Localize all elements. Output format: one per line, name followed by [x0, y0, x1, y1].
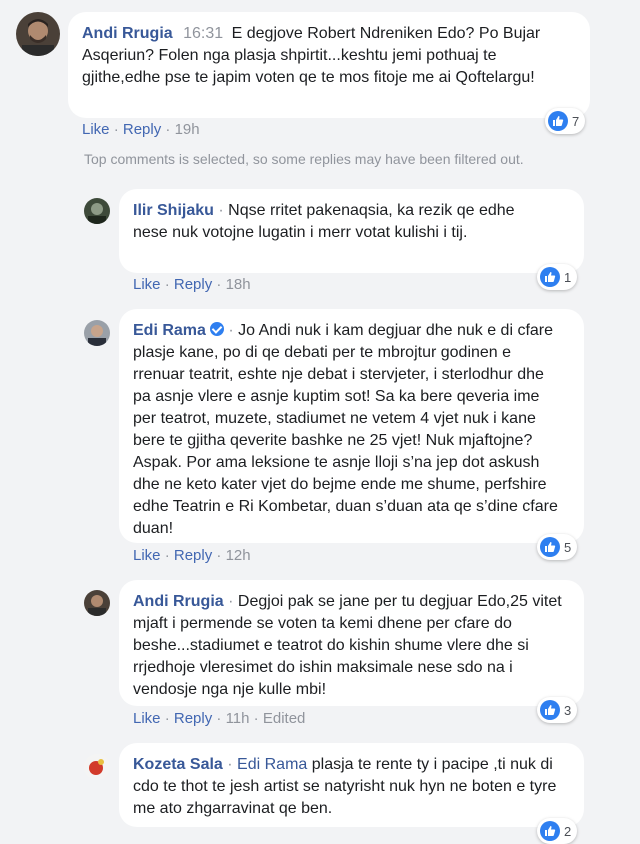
reply-actions: Like · Reply · 11h · Edited [133, 710, 306, 727]
reaction-count[interactable]: 7 [545, 108, 586, 134]
like-reaction-icon [540, 267, 560, 287]
like-button[interactable]: Like [133, 276, 161, 293]
comment-timestamp[interactable]: 16:31 [183, 25, 223, 42]
reply-author[interactable]: Kozeta Sala [133, 756, 223, 773]
reply-text: Jo Andi nuk i kam degjuar dhe nuk e di c… [133, 322, 558, 537]
avatar[interactable] [84, 754, 110, 780]
reaction-count-value: 3 [564, 702, 572, 718]
comment-age[interactable]: 19h [175, 121, 200, 138]
like-button[interactable]: Like [133, 710, 161, 727]
comment-body: Andi Rrugia 16:31 E degjove Robert Ndren… [82, 23, 576, 89]
reaction-count[interactable]: 3 [537, 697, 578, 723]
like-reaction-icon [540, 700, 560, 720]
like-reaction-icon [540, 821, 560, 841]
reply-age[interactable]: 11h [226, 710, 250, 727]
reply-age[interactable]: 18h [226, 276, 251, 293]
reply-button[interactable]: Reply [123, 121, 161, 138]
reply-bubble: Edi Rama · Jo Andi nuk i kam degjuar dhe… [119, 309, 584, 543]
reply-bubble: Kozeta Sala · Edi Rama plasja te rente t… [119, 743, 584, 827]
edited-label[interactable]: Edited [263, 710, 306, 727]
filter-notice: Top comments is selected, so some replie… [84, 151, 524, 167]
comment-author[interactable]: Andi Rrugia [82, 25, 173, 42]
reaction-count[interactable]: 5 [537, 534, 578, 560]
avatar[interactable] [84, 320, 110, 346]
reply-button[interactable]: Reply [174, 276, 212, 293]
reply-body: Ilir Shijaku · Nqse rritet pakenaqsia, k… [133, 202, 515, 241]
avatar[interactable] [84, 198, 110, 224]
reply-button[interactable]: Reply [174, 547, 212, 564]
reaction-count-value: 7 [572, 113, 580, 129]
comment-actions: Like · Reply · 19h [82, 121, 200, 138]
avatar[interactable] [16, 12, 60, 56]
reaction-count[interactable]: 2 [537, 818, 578, 844]
reaction-count-value: 5 [564, 539, 572, 555]
like-button[interactable]: Like [133, 547, 161, 564]
reply-age[interactable]: 12h [226, 547, 251, 564]
reply-body: Kozeta Sala · Edi Rama plasja te rente t… [133, 756, 557, 817]
reaction-count[interactable]: 1 [537, 264, 578, 290]
reply-bubble: Ilir Shijaku · Nqse rritet pakenaqsia, k… [119, 189, 584, 273]
avatar[interactable] [84, 590, 110, 616]
reply-body: Andi Rrugia · Degjoi pak se jane per tu … [133, 593, 562, 698]
comment-bubble: Andi Rrugia 16:31 E degjove Robert Ndren… [68, 12, 590, 118]
reply-body: Edi Rama · Jo Andi nuk i kam degjuar dhe… [133, 322, 558, 537]
reply-actions: Like · Reply · 12h [133, 547, 251, 564]
reaction-count-value: 1 [564, 269, 572, 285]
reply-author[interactable]: Ilir Shijaku [133, 202, 214, 219]
reply-author[interactable]: Andi Rrugia [133, 593, 224, 610]
reaction-count-value: 2 [564, 823, 572, 839]
mention-tag[interactable]: Edi Rama [237, 756, 307, 773]
reply-author[interactable]: Edi Rama [133, 322, 206, 339]
like-button[interactable]: Like [82, 121, 110, 138]
like-reaction-icon [540, 537, 560, 557]
reply-actions: Like · Reply · 18h [133, 276, 251, 293]
verified-badge-icon [209, 322, 224, 336]
like-reaction-icon [548, 111, 568, 131]
reply-bubble: Andi Rrugia · Degjoi pak se jane per tu … [119, 580, 584, 706]
reply-button[interactable]: Reply [174, 710, 212, 727]
